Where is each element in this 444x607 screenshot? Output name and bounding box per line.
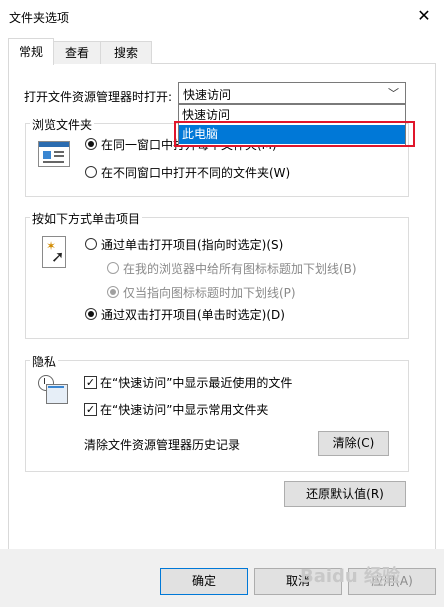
new-window-label: 在不同窗口中打开不同的文件夹(W) (101, 166, 291, 180)
tab-view[interactable]: 查看 (52, 41, 102, 64)
browse-folders-legend: 浏览文件夹 (30, 116, 95, 133)
close-icon[interactable]: ✕ (414, 6, 434, 26)
privacy-icon (36, 375, 68, 405)
underline-all-label: 在我的浏览器中给所有图标标题加下划线(B) (123, 262, 357, 276)
window-title: 文件夹选项 (9, 11, 70, 25)
click-items-legend: 按如下方式单击项目 (30, 210, 143, 227)
underline-point-label: 仅当指向图标标题时加下划线(P) (123, 286, 296, 300)
radio-underline-all[interactable] (107, 262, 119, 274)
privacy-legend: 隐私 (30, 353, 59, 370)
radio-underline-point[interactable] (107, 286, 119, 298)
frequent-folders-label: 在“快速访问”中显示常用文件夹 (100, 403, 269, 417)
open-explorer-value: 快速访问 (183, 88, 232, 102)
double-click-label: 通过双击打开项目(单击时选定)(D) (101, 308, 285, 322)
window-icon (38, 141, 70, 167)
recent-files-label: 在“快速访问”中显示最近使用的文件 (100, 376, 293, 390)
open-explorer-label: 打开文件资源管理器时打开: (24, 90, 173, 104)
clear-history-label: 清除文件资源管理器历史记录 (84, 438, 241, 452)
tab-search[interactable]: 搜索 (100, 41, 152, 64)
pointer-icon: ✶ ➚ (42, 236, 66, 268)
ok-button[interactable]: 确定 (160, 568, 248, 595)
tab-general[interactable]: 常规 (8, 38, 54, 65)
radio-same-window[interactable] (85, 138, 97, 150)
single-click-label: 通过单击打开项目(指向时选定)(S) (101, 238, 284, 252)
radio-new-window[interactable] (85, 166, 97, 178)
radio-double-click[interactable] (85, 308, 97, 320)
watermark-text: Baidu 经验 (300, 566, 401, 587)
highlight-box (174, 121, 415, 147)
clear-history-button[interactable]: 清除(C) (318, 431, 389, 456)
checkbox-frequent-folders[interactable]: ✓ (84, 403, 97, 416)
chevron-down-icon: ﹀ (388, 87, 399, 100)
radio-single-click[interactable] (85, 238, 97, 250)
checkbox-recent-files[interactable]: ✓ (84, 376, 97, 389)
restore-defaults-button[interactable]: 还原默认值(R) (284, 481, 406, 507)
open-explorer-select[interactable]: 快速访问 ﹀ (178, 82, 406, 104)
